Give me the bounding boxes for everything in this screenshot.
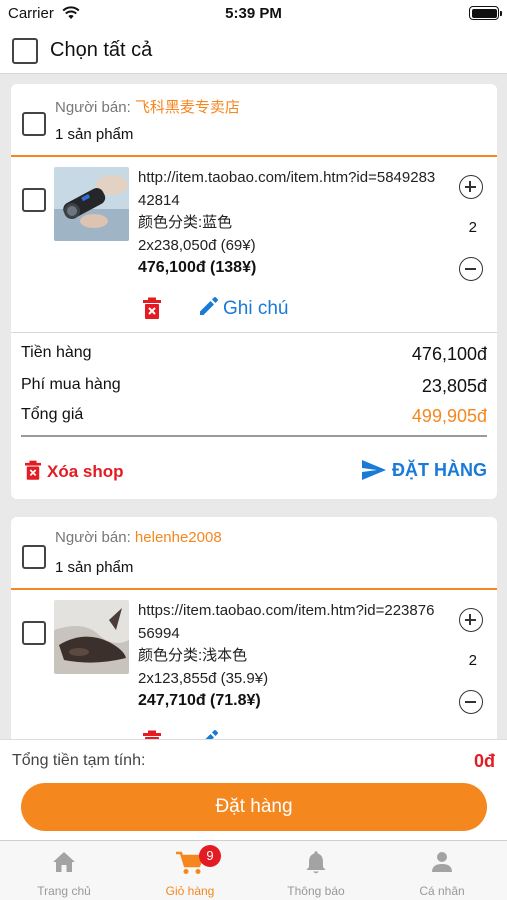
item-checkbox[interactable] xyxy=(22,188,46,212)
summary-value: 23,805đ xyxy=(421,376,487,396)
summary-row: Tiền hàng 476,100đ xyxy=(21,344,487,364)
shop-card: Người bán: 飞科黑麦专卖店 1 sản phẩm http://ite… xyxy=(11,84,497,499)
divider xyxy=(21,435,487,437)
trash-icon[interactable] xyxy=(143,730,161,739)
tab-profile[interactable]: Cá nhân xyxy=(379,841,505,900)
summary-row: Phí mua hàng 23,805đ xyxy=(21,376,487,396)
product-count: 1 sản phẩm xyxy=(55,559,134,576)
summary-label: Phí mua hàng xyxy=(21,376,121,393)
tab-label: Thông báo xyxy=(287,884,345,898)
tab-label: Trang chủ xyxy=(37,884,91,898)
seller-label: Người bán: xyxy=(55,99,135,116)
cart-item: https://item.taobao.com/item.htm?id=2238… xyxy=(11,590,497,739)
send-icon xyxy=(362,460,386,480)
summary-row: Tổng giá 499,905đ xyxy=(21,406,487,426)
note-button[interactable]: Ghi chú xyxy=(199,296,288,320)
seller-name[interactable]: helenhe2008 xyxy=(135,529,222,546)
product-thumbnail[interactable] xyxy=(54,600,129,674)
clock: 5:39 PM xyxy=(225,5,282,22)
item-checkbox[interactable] xyxy=(22,621,46,645)
decrease-quantity-button[interactable] xyxy=(459,690,483,714)
divider xyxy=(11,332,497,333)
trash-icon[interactable] xyxy=(143,297,161,319)
seller-row: Người bán: helenhe2008 xyxy=(55,529,222,546)
note-label: Ghi chú xyxy=(223,298,289,319)
item-link[interactable]: https://item.taobao.com/item.htm?id=2238… xyxy=(138,600,438,645)
battery-icon xyxy=(469,6,502,20)
shop-card: Người bán: helenhe2008 1 sản phẩm https:… xyxy=(11,517,497,739)
cart-item: http://item.taobao.com/item.htm?id=58492… xyxy=(11,157,497,332)
item-variant: 颜色分类:蓝色 xyxy=(138,214,233,231)
tab-cart[interactable]: 9 Giỏ hàng xyxy=(127,841,253,900)
bell-icon xyxy=(306,851,326,874)
delete-shop-label: Xóa shop xyxy=(47,462,124,481)
item-details: http://item.taobao.com/item.htm?id=58492… xyxy=(138,167,438,280)
estimated-total-label: Tổng tiền tạm tính: xyxy=(12,752,146,769)
summary-label: Tiền hàng xyxy=(21,344,92,361)
select-all-label[interactable]: Chọn tất cả xyxy=(50,39,152,62)
item-variant: 颜色分类:浅本色 xyxy=(138,647,248,664)
seller-name[interactable]: 飞科黑麦专卖店 xyxy=(135,99,240,116)
tab-notifications[interactable]: Thông báo xyxy=(253,841,379,900)
item-line-total: 476,100đ (138¥) xyxy=(138,259,257,276)
cart-count-badge: 9 xyxy=(199,845,221,867)
select-all-bar: Chọn tất cả xyxy=(0,28,507,74)
summary-value: 476,100đ xyxy=(411,344,487,364)
seller-row: Người bán: 飞科黑麦专卖店 xyxy=(55,96,240,117)
estimated-total-value: 0đ xyxy=(473,751,495,771)
summary-label: Tổng giá xyxy=(21,406,84,423)
place-order-shop-button[interactable]: ĐẶT HÀNG xyxy=(362,460,487,481)
pencil-icon xyxy=(200,297,218,315)
home-icon xyxy=(53,852,75,872)
select-all-checkbox[interactable] xyxy=(12,38,38,64)
item-unit-price: 2x238,050đ (69¥) xyxy=(138,236,256,254)
note-button[interactable] xyxy=(199,729,223,739)
item-unit-price: 2x123,855đ (35.9¥) xyxy=(138,669,269,687)
checkout-footer: Tổng tiền tạm tính: 0đ Đặt hàng xyxy=(0,739,507,840)
item-details: https://item.taobao.com/item.htm?id=2238… xyxy=(138,600,438,713)
increase-quantity-button[interactable] xyxy=(459,175,483,199)
shop-checkbox[interactable] xyxy=(22,545,46,569)
status-bar: Carrier 5:39 PM xyxy=(0,0,507,28)
delete-shop-button[interactable]: Xóa shop xyxy=(25,460,124,482)
place-order-shop-label: ĐẶT HÀNG xyxy=(392,460,487,480)
quantity-value: 2 xyxy=(468,652,477,669)
person-icon xyxy=(432,852,452,872)
item-line-total: 247,710đ (71.8¥) xyxy=(138,692,261,709)
tab-bar: Trang chủ 9 Giỏ hàng Thông báo Cá nhân xyxy=(0,840,507,900)
shop-checkbox[interactable] xyxy=(22,112,46,136)
quantity-value: 2 xyxy=(468,219,477,236)
increase-quantity-button[interactable] xyxy=(459,608,483,632)
product-thumbnail[interactable] xyxy=(54,167,129,241)
tab-home[interactable]: Trang chủ xyxy=(1,841,127,900)
tab-label: Giỏ hàng xyxy=(165,884,215,898)
product-count: 1 sản phẩm xyxy=(55,126,134,143)
summary-total-value: 499,905đ xyxy=(411,406,487,426)
seller-label: Người bán: xyxy=(55,529,135,546)
pencil-icon xyxy=(205,730,218,739)
item-link[interactable]: http://item.taobao.com/item.htm?id=58492… xyxy=(138,167,438,212)
order-button[interactable]: Đặt hàng xyxy=(21,783,487,831)
trash-icon xyxy=(25,460,41,480)
tab-label: Cá nhân xyxy=(419,884,465,898)
cart-list[interactable]: Người bán: 飞科黑麦专卖店 1 sản phẩm http://ite… xyxy=(0,75,507,739)
decrease-quantity-button[interactable] xyxy=(459,257,483,281)
